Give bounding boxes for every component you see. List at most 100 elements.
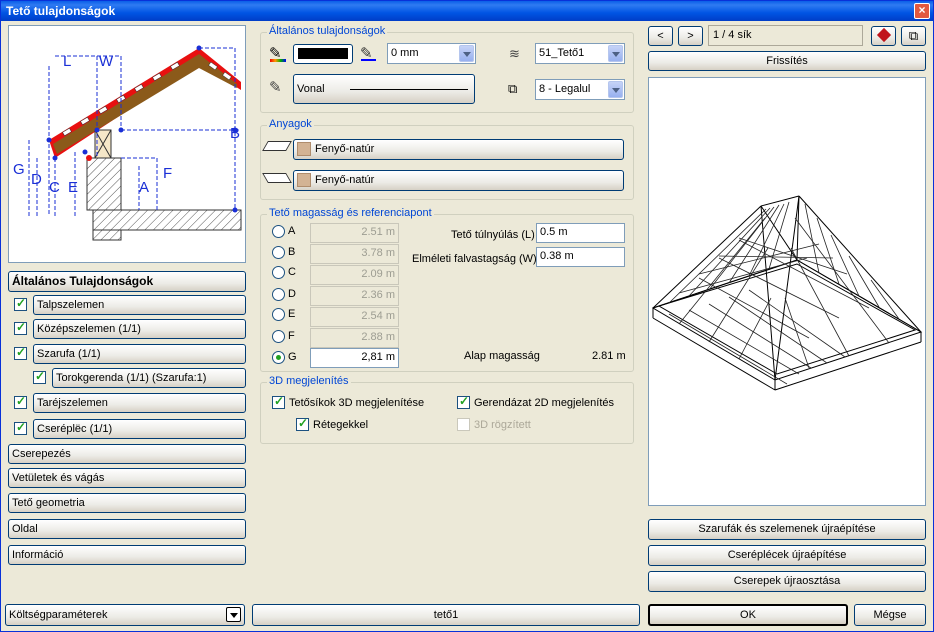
material-swatch — [297, 142, 311, 157]
layers-checkbox[interactable] — [296, 416, 309, 431]
dimension-lines — [28, 47, 236, 216]
dim-label-w: W — [99, 53, 114, 70]
general-properties-legend: Általános tulajdonságok — [267, 25, 388, 37]
close-button[interactable]: × — [914, 3, 930, 19]
window-title: Tető tulajdonságok — [6, 4, 116, 18]
slab-shape — [92, 209, 242, 231]
roof-section-diagram: L W B G D C E A F — [8, 25, 246, 263]
chevron-down-icon — [608, 45, 623, 62]
layer-icon: ≋ — [509, 46, 520, 61]
dim-label-d: D — [31, 171, 42, 188]
material-swatch — [297, 173, 311, 188]
base-height-value: 2.81 m — [592, 350, 626, 362]
rafter-shape — [53, 54, 237, 154]
sidebar-checkbox-talpszelemen[interactable] — [14, 296, 27, 311]
sidebar-item-szarufa[interactable]: Szarufa (1/1) — [33, 344, 246, 364]
overhang-label: Tető túlnyúlás (L) — [451, 229, 535, 241]
line-type-icon: ✎ — [269, 79, 282, 96]
ref-label-e: E — [288, 308, 296, 320]
rebuild-battens-button[interactable]: Cseréplécek újraépítése — [648, 545, 926, 566]
base-height-label: Alap magasság — [464, 350, 540, 362]
ref-radio-e[interactable] — [272, 308, 285, 321]
display3d-group — [260, 382, 634, 444]
roof-3d-preview — [648, 77, 926, 506]
ref-label-d: D — [288, 288, 296, 300]
sidebar-general-properties[interactable]: Általános Tulajdonságok — [8, 271, 246, 292]
pen-color-button[interactable] — [293, 44, 353, 64]
prev-plane-button[interactable]: < — [648, 26, 673, 46]
material-bottom-button[interactable]: Fenyő-natúr — [293, 170, 624, 191]
sidebar-item-cseraplec[interactable]: Cseréplëc (1/1) — [33, 419, 246, 439]
ref-label-f: F — [288, 330, 295, 342]
ref-value-f: 2.88 m — [310, 328, 399, 348]
sidebar-section-geometria[interactable]: Tető geometria — [8, 493, 246, 513]
sidebar-checkbox-torokgerenda[interactable] — [33, 369, 46, 384]
wall-thickness-input[interactable]: 0.38 m — [536, 247, 625, 267]
ref-radio-b[interactable] — [272, 246, 285, 259]
cost-params-button[interactable]: Költségparaméterek — [5, 604, 245, 626]
ref-radio-f[interactable] — [272, 330, 285, 343]
ref-value-g[interactable]: 2,81 m — [310, 348, 399, 368]
diamond-icon — [876, 27, 891, 43]
line-type-button[interactable]: Vonal — [293, 74, 475, 104]
title-bar: Tető tulajdonságok × — [1, 1, 933, 21]
ref-radio-a[interactable] — [272, 225, 285, 238]
sidebar-checkbox-szarufa[interactable] — [14, 345, 27, 360]
next-plane-button[interactable]: > — [678, 26, 703, 46]
rebuild-rafters-button[interactable]: Szarufák és szelemenek újraépítése — [648, 519, 926, 540]
ref-label-b: B — [288, 246, 296, 258]
redistribute-tiles-button[interactable]: Cserepek újraosztása — [648, 571, 926, 592]
dim-label-b: B — [230, 125, 240, 142]
dim-label-l: L — [63, 53, 71, 70]
ref-label-c: C — [288, 266, 296, 278]
sidebar-section-informacio[interactable]: Információ — [8, 545, 246, 565]
ref-radio-g[interactable] — [272, 351, 285, 364]
priority-icon: ⧉ — [508, 81, 518, 96]
planes3d-checkbox[interactable] — [272, 394, 285, 409]
sidebar-item-tarejszelemen[interactable]: Taréjszelemen — [33, 393, 246, 413]
beams2d-label: Gerendázat 2D megjelenítés — [474, 397, 615, 409]
beams2d-checkbox[interactable] — [457, 394, 470, 409]
layer-select[interactable]: 51_Tető1 — [535, 43, 625, 64]
ref-value-b: 3.78 m — [310, 244, 399, 264]
ref-value-c: 2.09 m — [310, 265, 399, 285]
roof-section-drawing: L W B G D C E A F — [13, 45, 242, 241]
sidebar-checkbox-tarejszelemen[interactable] — [14, 394, 27, 409]
plane-color-button[interactable] — [871, 26, 896, 46]
sidebar-item-torokgerenda[interactable]: Torokgerenda (1/1) (Szarufa:1) — [52, 368, 246, 388]
chevron-down-icon — [226, 607, 241, 622]
dim-label-f: F — [163, 165, 172, 182]
dim-label-e: E — [68, 179, 78, 196]
sidebar-checkbox-cseraplec[interactable] — [14, 420, 27, 435]
overhang-input[interactable]: 0.5 m — [536, 223, 625, 243]
roof-3d-wireframe — [651, 195, 923, 391]
pen-thickness-select[interactable]: 0 mm — [387, 43, 476, 64]
refresh-button[interactable]: Frissítés — [648, 51, 926, 71]
sidebar-item-kozepszelemen[interactable]: Középszelemen (1/1) — [33, 319, 246, 339]
cancel-button[interactable]: Mégse — [854, 604, 926, 626]
sidebar-checkbox-kozepszelemen[interactable] — [14, 320, 27, 335]
dim-label-a: A — [139, 179, 149, 196]
fixed3d-label: 3D rögzített — [474, 419, 531, 431]
sidebar-section-vetuletek[interactable]: Vetületek és vágás — [8, 468, 246, 488]
roof-name-field[interactable]: tető1 — [252, 604, 640, 626]
ref-value-d: 2.36 m — [310, 286, 399, 306]
wall-thickness-label: Elméleti falvastagság (W) — [412, 253, 537, 265]
material-top-button[interactable]: Fenyő-natúr — [293, 139, 624, 160]
dim-label-g: G — [13, 161, 25, 178]
ref-value-a: 2.51 m — [310, 223, 399, 243]
ok-button[interactable]: OK — [648, 604, 848, 626]
fixed3d-checkbox[interactable] — [457, 418, 470, 431]
ref-label-a: A — [288, 225, 296, 237]
planes3d-label: Tetősíkok 3D megjelenítése — [289, 397, 425, 409]
ref-radio-d[interactable] — [272, 288, 285, 301]
sidebar-section-cserepezes[interactable]: Cserepezés — [8, 444, 246, 464]
sidebar-item-talpszelemen[interactable]: Talpszelemen — [33, 295, 246, 315]
plane-counter: 1 / 4 sík — [708, 25, 863, 46]
view3d-button[interactable]: ⧉ — [901, 26, 926, 46]
ref-radio-c[interactable] — [272, 266, 285, 279]
sidebar-section-oldal[interactable]: Oldal — [8, 519, 246, 539]
priority-select[interactable]: 8 - Legalul — [535, 79, 625, 100]
roof-properties-dialog: Tető tulajdonságok × L W B G D C E A F Á… — [0, 0, 934, 632]
display3d-legend: 3D megjelenítés — [267, 375, 351, 387]
